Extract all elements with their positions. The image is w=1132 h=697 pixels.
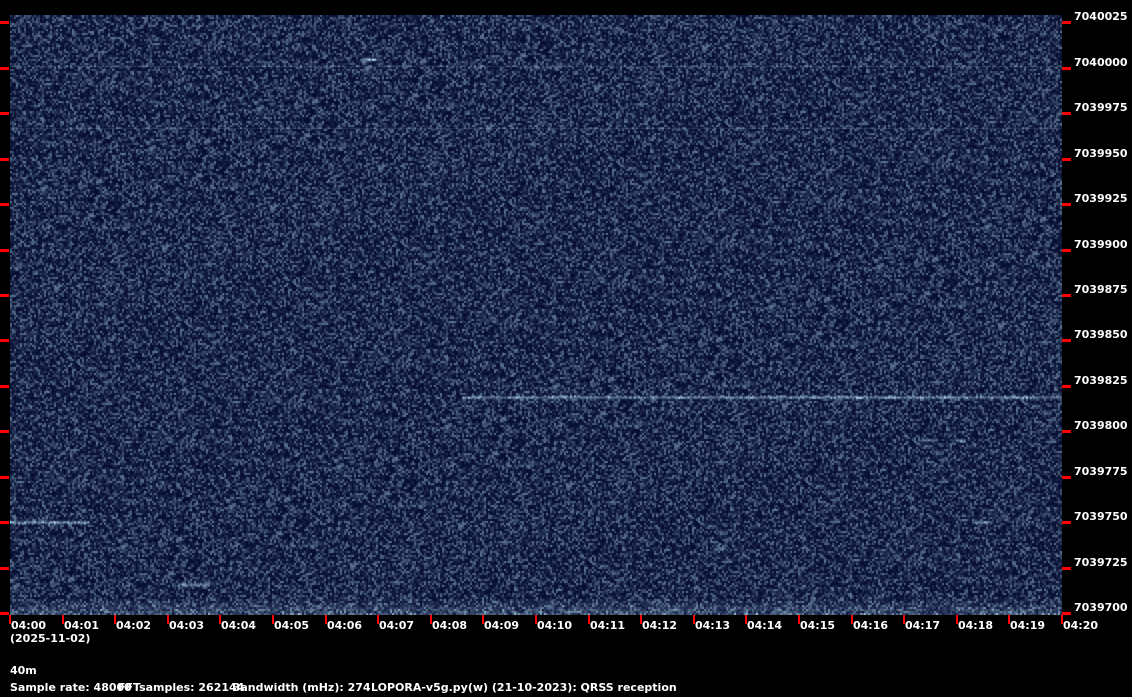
x-tick-label: 04:05	[274, 619, 310, 632]
x-tick-label: 04:12	[642, 619, 678, 632]
ytick-left	[0, 567, 9, 570]
y-tick-label: 7039875	[1074, 283, 1128, 296]
x-tick-label: 04:04	[221, 619, 257, 632]
y-tick-label: 7039950	[1074, 147, 1128, 160]
x-tick-label: 04:18	[958, 619, 994, 632]
fft-samples-label: FFTsamples: 262144	[118, 681, 245, 694]
y-tick-label: 7039850	[1074, 328, 1128, 341]
x-tick-label: 04:08	[432, 619, 468, 632]
y-tick-label: 7039825	[1074, 374, 1128, 387]
chart-title: LOPORA-v5g.py(w) (21-10-2023): QRSS rece…	[371, 681, 677, 694]
x-tick-label: 04:06	[327, 619, 363, 632]
ytick-left	[0, 203, 9, 206]
x-tick-label: 04:16	[853, 619, 889, 632]
x-tick-label: 04:10	[537, 619, 573, 632]
ytick-right	[1062, 112, 1071, 115]
y-tick-label: 7039725	[1074, 556, 1128, 569]
ytick-left	[0, 339, 9, 342]
ytick-right	[1062, 294, 1071, 297]
ytick-left	[0, 294, 9, 297]
sample-rate-label: Sample rate: 48000	[10, 681, 132, 694]
y-tick-label: 7039700	[1074, 601, 1128, 614]
ytick-left	[0, 158, 9, 161]
ytick-left	[0, 112, 9, 115]
y-tick-label: 7040025	[1074, 10, 1128, 23]
spectrogram-plot	[10, 15, 1062, 615]
y-tick-label: 7039900	[1074, 238, 1128, 251]
y-tick-label: 7040000	[1074, 56, 1128, 69]
x-tick-label: 04:07	[379, 619, 415, 632]
ytick-right	[1062, 567, 1071, 570]
x-tick-label: 04:03	[169, 619, 205, 632]
ytick-left	[0, 612, 9, 615]
x-tick-label: 04:13	[695, 619, 731, 632]
ytick-right	[1062, 21, 1071, 24]
ytick-left	[0, 430, 9, 433]
x-tick-label: 04:00	[11, 619, 47, 632]
ytick-right	[1062, 203, 1071, 206]
ytick-left	[0, 476, 9, 479]
ytick-left	[0, 249, 9, 252]
x-tick-label: 04:09	[484, 619, 520, 632]
y-tick-label: 7039925	[1074, 192, 1128, 205]
x-tick-label: 04:17	[905, 619, 941, 632]
x-tick-label: 04:01	[64, 619, 100, 632]
ytick-left	[0, 385, 9, 388]
x-tick-label: 04:14	[747, 619, 783, 632]
bandwidth-label: Bandwidth (mHz): 274	[232, 681, 371, 694]
ytick-right	[1062, 67, 1071, 70]
x-tick-label: 04:19	[1010, 619, 1046, 632]
ytick-right	[1062, 430, 1071, 433]
y-tick-label: 7039975	[1074, 101, 1128, 114]
y-tick-label: 7039750	[1074, 510, 1128, 523]
ytick-right	[1062, 339, 1071, 342]
ytick-right	[1062, 249, 1071, 252]
ytick-right	[1062, 158, 1071, 161]
y-tick-label: 7039775	[1074, 465, 1128, 478]
date-label: (2025-11-02)	[10, 632, 91, 645]
ytick-left	[0, 67, 9, 70]
y-tick-label: 7039800	[1074, 419, 1128, 432]
ytick-left	[0, 21, 9, 24]
x-tick-label: 04:20	[1063, 619, 1099, 632]
ytick-right	[1062, 612, 1071, 615]
ytick-left	[0, 521, 9, 524]
ytick-right	[1062, 476, 1071, 479]
x-tick-label: 04:15	[800, 619, 836, 632]
ytick-right	[1062, 521, 1071, 524]
x-tick-label: 04:11	[590, 619, 626, 632]
x-tick-label: 04:02	[116, 619, 152, 632]
band-label: 40m	[10, 664, 37, 677]
ytick-right	[1062, 385, 1071, 388]
